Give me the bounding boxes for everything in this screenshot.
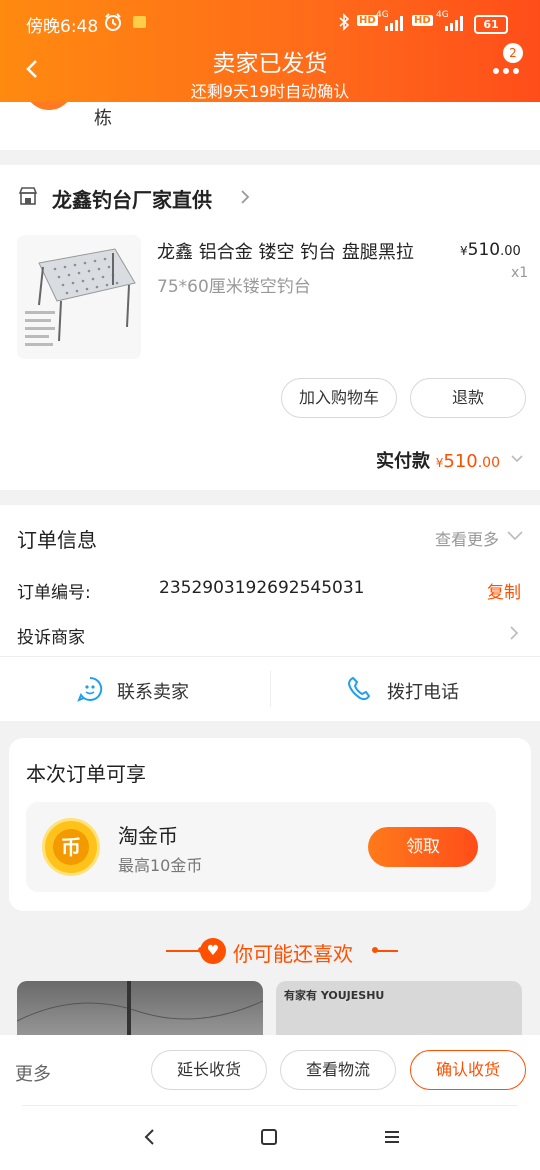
more-dots-icon xyxy=(493,68,519,74)
price-integer: 510 xyxy=(467,240,501,260)
signal-icon-1 xyxy=(385,16,403,31)
shop-name[interactable]: 龙鑫钓台厂家直供 xyxy=(52,184,212,213)
coin-benefit-row: 币 淘金币 最高10金币 领取 xyxy=(26,802,496,892)
payment-total: 实付款 ¥510.00 xyxy=(376,447,500,473)
coin-name: 淘金币 xyxy=(118,824,178,848)
top-header: 傍晚6:48 HD 4G HD 4G 61 卖家已发货 还剩9天19时自动确认 xyxy=(0,0,540,102)
heart-icon: ♥ xyxy=(200,938,226,964)
view-more-link[interactable]: 查看更多 xyxy=(435,526,499,550)
call-phone-button[interactable]: 拨打电话 xyxy=(271,657,540,721)
refund-button[interactable]: 退款 xyxy=(410,378,526,418)
product-image[interactable] xyxy=(17,235,141,359)
order-info-title: 订单信息 xyxy=(17,528,97,552)
fishing-platform-image xyxy=(17,235,141,359)
status-bar: 傍晚6:48 HD 4G HD 4G 61 xyxy=(0,0,540,46)
shop-icon xyxy=(18,187,38,205)
nav-home-icon[interactable] xyxy=(259,1127,279,1147)
hd-badge-2: HD xyxy=(412,15,433,26)
nav-back-icon[interactable] xyxy=(140,1127,160,1147)
contact-seller-label: 联系卖家 xyxy=(117,682,189,703)
extend-receipt-button[interactable]: 延长收货 xyxy=(151,1050,267,1090)
divider xyxy=(22,1105,518,1106)
order-benefits-card: 本次订单可享 币 淘金币 最高10金币 领取 xyxy=(9,738,531,911)
recommend-title: 你可能还喜欢 xyxy=(233,942,353,966)
payment-decimal: .00 xyxy=(477,455,500,471)
hd-badge-1: HD xyxy=(357,15,378,26)
payment-integer: 510 xyxy=(443,451,478,472)
price-symbol: ¥ xyxy=(460,244,468,258)
notification-icon xyxy=(133,16,146,28)
copy-order-number-button[interactable]: 复制 xyxy=(487,578,521,603)
complaint-seller-link[interactable]: 投诉商家 xyxy=(17,623,85,648)
product-card: 龙鑫钓台厂家直供 龙鑫 铝合金 镂空 钓台 盘腿黑拉 75*60厘米镂空钓台 ¥… xyxy=(0,165,540,490)
contact-seller-button[interactable]: 联系卖家 xyxy=(0,657,270,721)
recommend-image-1 xyxy=(17,981,263,1041)
order-info-card: 订单信息 查看更多 订单编号: 2352903192692545031 复制 投… xyxy=(0,505,540,721)
gold-coin-icon: 币 xyxy=(42,818,100,876)
product-spec: 75*60厘米镂空钓台 xyxy=(157,277,311,297)
recommend-line-right xyxy=(376,950,398,952)
more-menu-button[interactable] xyxy=(490,60,524,82)
expand-chevron-icon[interactable] xyxy=(506,529,524,543)
phone-icon xyxy=(347,676,371,701)
recommend-line-left xyxy=(166,950,202,952)
alarm-icon xyxy=(105,13,121,31)
bottom-action-bar: 更多 延长收货 查看物流 确认收货 xyxy=(0,1035,540,1170)
order-number-label: 订单编号: xyxy=(17,583,91,603)
recommend-product-1[interactable] xyxy=(17,981,263,1041)
confirm-receipt-button[interactable]: 确认收货 xyxy=(410,1050,526,1090)
chevron-right-icon xyxy=(510,626,519,640)
product-title[interactable]: 龙鑫 铝合金 镂空 钓台 盘腿黑拉 xyxy=(157,238,447,264)
recommend-product-2[interactable]: 有家有 YOUJESHU xyxy=(276,981,522,1041)
chevron-down-icon[interactable] xyxy=(509,452,525,466)
battery-level: 61 xyxy=(483,18,499,31)
message-count-badge: 2 xyxy=(503,43,523,63)
coin-glyph: 币 xyxy=(53,829,89,865)
page-title: 卖家已发货 xyxy=(212,51,328,77)
auto-confirm-countdown: 还剩9天19时自动确认 xyxy=(190,82,350,101)
payment-label: 实付款 xyxy=(376,451,430,472)
benefits-title: 本次订单可享 xyxy=(26,762,146,786)
view-logistics-button[interactable]: 查看物流 xyxy=(280,1050,396,1090)
more-actions-button[interactable]: 更多 xyxy=(15,1060,51,1086)
claim-coin-button[interactable]: 领取 xyxy=(368,827,478,867)
nav-menu-icon[interactable] xyxy=(382,1127,402,1147)
call-phone-label: 拨打电话 xyxy=(387,682,459,703)
recommend-brand-text: 有家有 YOUJESHU xyxy=(284,989,385,1002)
product-quantity: x1 xyxy=(511,265,529,281)
signal-icon-2 xyxy=(445,16,463,31)
chat-bubble-icon xyxy=(77,676,103,702)
status-time: 傍晚6:48 xyxy=(26,17,99,37)
product-price: ¥510.00 xyxy=(460,240,521,260)
order-number-value: 2352903192692545031 xyxy=(159,578,365,598)
add-to-cart-button[interactable]: 加入购物车 xyxy=(281,378,397,418)
address-text: 栋 xyxy=(94,108,112,129)
chevron-right-icon xyxy=(241,190,250,204)
price-decimal: .00 xyxy=(500,244,521,259)
battery-icon: 61 xyxy=(474,15,508,34)
bluetooth-icon xyxy=(339,13,350,31)
coin-description: 最高10金币 xyxy=(118,856,203,875)
